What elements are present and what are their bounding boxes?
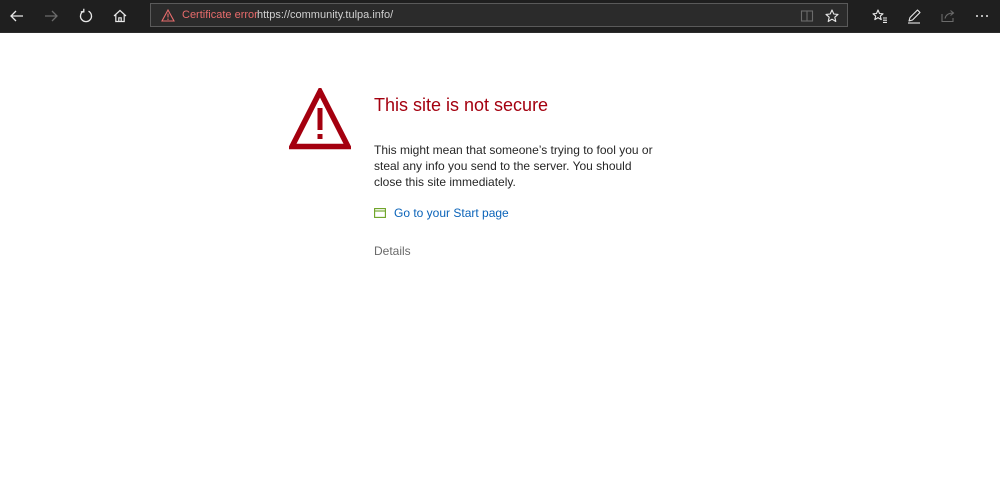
favorite-star-icon (825, 9, 839, 23)
home-icon (113, 9, 127, 23)
start-page-link[interactable]: Go to your Start page (374, 205, 509, 221)
refresh-button[interactable] (70, 0, 102, 32)
forward-button[interactable] (35, 0, 67, 32)
reading-view-button[interactable] (799, 8, 815, 24)
certificate-error-label[interactable]: Certificate error (182, 9, 258, 22)
back-button[interactable] (1, 0, 33, 32)
more-icon (976, 15, 988, 17)
start-page-link-label: Go to your Start page (394, 206, 509, 220)
web-note-pen-icon (908, 9, 921, 24)
url-text[interactable]: https://community.tulpa.info/ (257, 9, 393, 22)
address-bar[interactable]: Certificate error https://community.tulp… (150, 3, 848, 27)
add-favorite-button[interactable] (823, 7, 841, 25)
favorites-hub-button[interactable] (864, 0, 896, 32)
home-button[interactable] (104, 0, 136, 32)
start-page-icon (374, 208, 386, 218)
error-description: This might mean that someone’s trying to… (374, 143, 653, 189)
web-note-button[interactable] (898, 0, 930, 32)
reading-view-icon (800, 10, 814, 22)
refresh-icon (79, 8, 93, 23)
forward-arrow-icon (45, 10, 58, 22)
share-button[interactable] (932, 0, 964, 32)
back-arrow-icon (10, 10, 23, 22)
browser-toolbar: Certificate error https://community.tulp… (0, 0, 1000, 33)
more-button[interactable] (966, 0, 998, 32)
share-icon (941, 10, 955, 23)
warning-icon (161, 9, 175, 22)
warning-triangle-icon (289, 88, 351, 150)
page-title: This site is not secure (374, 95, 549, 115)
details-toggle[interactable]: Details (374, 243, 411, 259)
favorites-hub-icon (872, 9, 887, 23)
